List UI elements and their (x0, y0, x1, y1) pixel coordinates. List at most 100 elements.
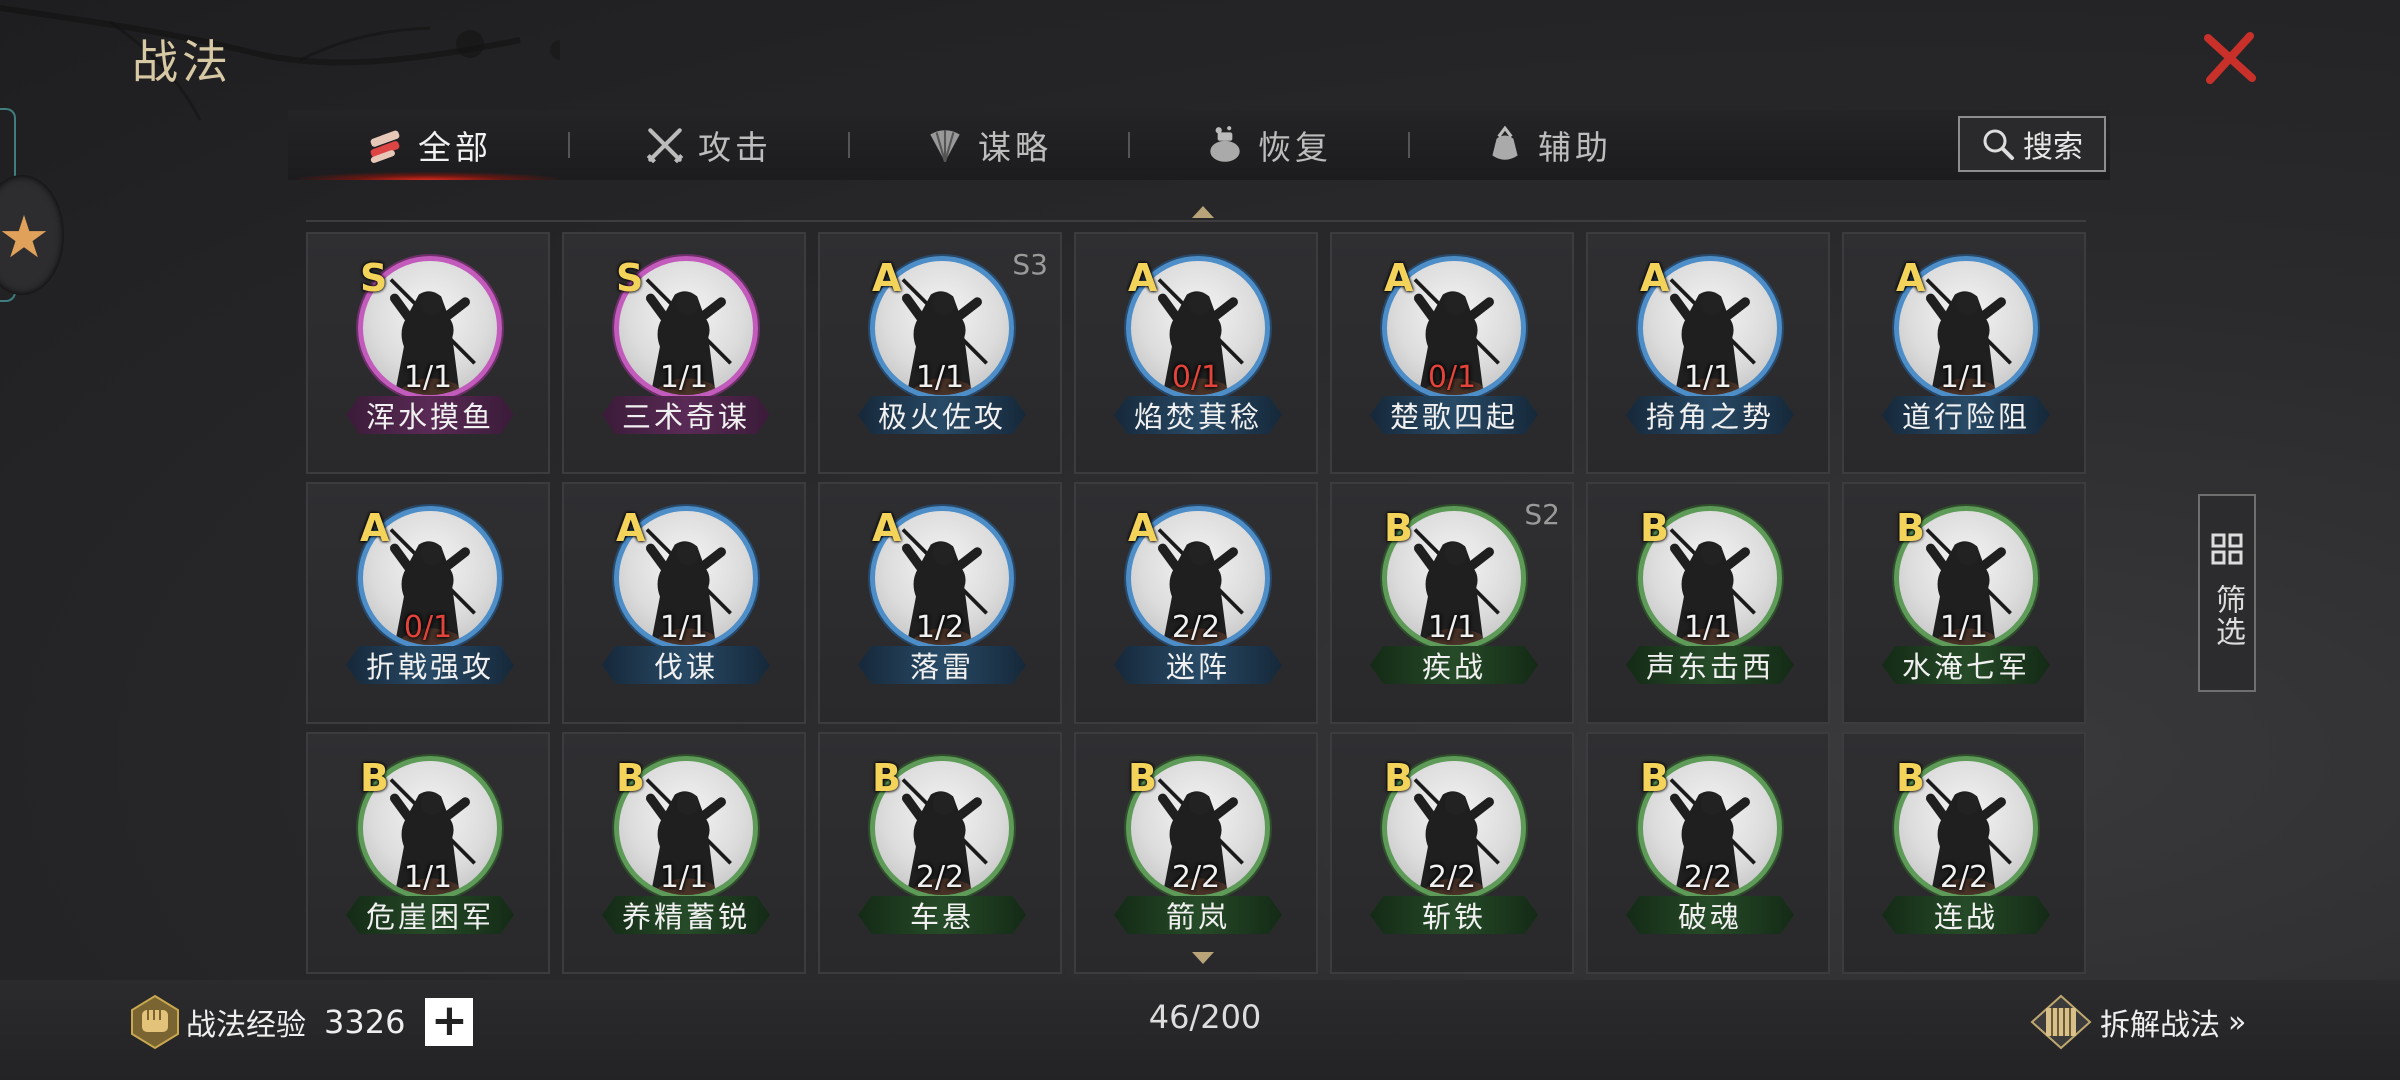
grade-label: A (1384, 256, 1414, 300)
owned-count: 1/1 (1683, 360, 1733, 395)
grade-label: B (1128, 756, 1157, 800)
tactic-card[interactable]: A 1/1 伐谋 (562, 482, 806, 724)
owned-count: 1/2 (915, 610, 965, 645)
owned-count: 2/2 (1939, 860, 1989, 895)
owned-count: 1/1 (659, 860, 709, 895)
tactic-card[interactable]: S 1/1 三术奇谋 (562, 232, 806, 474)
tactic-name: 伐谋 (602, 646, 770, 684)
tactic-card[interactable]: A 1/1 S3 极火佐攻 (818, 232, 1062, 474)
tactic-name: 箭岚 (1114, 896, 1282, 934)
fist-icon (131, 994, 179, 1050)
tab-recovery[interactable]: 恢复 (1128, 110, 1408, 180)
tactic-card[interactable]: B 2/2 破魂 (1586, 732, 1830, 974)
tactic-card[interactable]: A 0/1 焰焚萁稔 (1074, 232, 1318, 474)
tactic-card[interactable]: A 2/2 迷阵 (1074, 482, 1318, 724)
tactic-name: 声东击西 (1626, 646, 1794, 684)
tactic-card[interactable]: B 1/1 声东击西 (1586, 482, 1830, 724)
tactic-card[interactable]: A 1/1 掎角之势 (1586, 232, 1830, 474)
scroll-bundle-icon (370, 130, 400, 163)
tab-label: 攻击 (698, 128, 772, 167)
grid-icon (2211, 533, 2243, 565)
grade-label: B (1384, 756, 1413, 800)
tactic-card[interactable]: B 2/2 车悬 (818, 732, 1062, 974)
grade-label: A (1128, 506, 1158, 550)
dismantle-tactic-button[interactable]: 拆解战法 » (2030, 994, 2246, 1050)
tab-all[interactable]: 全部 (288, 110, 568, 180)
tab-strategy[interactable]: 谋略 (848, 110, 1128, 180)
tactic-name: 疾战 (1370, 646, 1538, 684)
scroll-down-arrow-icon (1192, 952, 1214, 964)
tab-support[interactable]: 辅助 (1408, 110, 1688, 180)
tactic-exp: 战法经验 3326 + (130, 994, 474, 1050)
owned-count: 0/1 (1427, 360, 1477, 395)
owned-count: 1/1 (915, 360, 965, 395)
grade-label: A (360, 506, 390, 550)
search-button[interactable]: 搜索 (1958, 116, 2106, 172)
tactic-name: 破魂 (1626, 896, 1794, 934)
side-badge[interactable]: ★ (0, 175, 64, 295)
grade-label: B (1896, 756, 1925, 800)
season-tag: S3 (1012, 248, 1048, 281)
search-icon (1983, 129, 2014, 160)
tactic-name: 落雷 (858, 646, 1026, 684)
tactic-card[interactable]: B 2/2 连战 (1842, 732, 2086, 974)
tab-bar: 全部 攻击 谋略 恢复 辅助 (288, 110, 2110, 180)
tactic-name: 水淹七军 (1882, 646, 2050, 684)
tactic-name: 道行险阻 (1882, 396, 2050, 434)
close-icon[interactable] (2198, 26, 2262, 90)
tactic-card[interactable]: B 1/1 水淹七军 (1842, 482, 2086, 724)
grade-label: B (1896, 506, 1925, 550)
owned-count: 1/1 (659, 610, 709, 645)
search-label: 搜索 (2023, 130, 2083, 165)
owned-count: 1/1 (1683, 610, 1733, 645)
tactic-name: 焰焚萁稔 (1114, 396, 1282, 434)
filter-button[interactable]: 筛选 (2198, 494, 2256, 692)
owned-count: 1/1 (659, 360, 709, 395)
grade-label: A (872, 506, 902, 550)
tab-label: 谋略 (978, 128, 1052, 167)
tactic-card[interactable]: B 1/1 危崖困军 (306, 732, 550, 974)
tactic-card[interactable]: B 2/2 斩铁 (1330, 732, 1574, 974)
tactic-card[interactable]: S 1/1 浑水摸鱼 (306, 232, 550, 474)
tactic-card[interactable]: A 1/1 道行险阻 (1842, 232, 2086, 474)
tab-attack[interactable]: 攻击 (568, 110, 848, 180)
tactic-name: 斩铁 (1370, 896, 1538, 934)
owned-count: 2/2 (1171, 610, 1221, 645)
page-title: 战法 (132, 35, 232, 89)
owned-count: 0/1 (1171, 360, 1221, 395)
tactic-card[interactable]: B 1/1 S2 疾战 (1330, 482, 1574, 724)
grade-label: S (616, 256, 644, 300)
grade-label: B (616, 756, 645, 800)
filter-label: 筛选 (2210, 584, 2245, 648)
divider (306, 220, 2086, 222)
tactic-name: 浑水摸鱼 (346, 396, 514, 434)
tactic-name: 三术奇谋 (602, 396, 770, 434)
tab-label: 辅助 (1538, 128, 1612, 167)
grade-label: A (1640, 256, 1670, 300)
crossed-swords-icon (646, 128, 684, 164)
star-icon: ★ (0, 203, 50, 271)
tactic-name: 极火佐攻 (858, 396, 1026, 434)
tactic-card[interactable]: B 1/1 养精蓄锐 (562, 732, 806, 974)
tactic-card[interactable]: A 0/1 楚歌四起 (1330, 232, 1574, 474)
owned-count: 2/2 (915, 860, 965, 895)
owned-count: 1/1 (403, 860, 453, 895)
grade-label: A (1896, 256, 1926, 300)
grade-label: A (616, 506, 646, 550)
grade-label: B (872, 756, 901, 800)
tactic-name: 车悬 (858, 896, 1026, 934)
tactic-card[interactable]: B 2/2 箭岚 (1074, 732, 1318, 974)
tactic-card[interactable]: A 1/2 落雷 (818, 482, 1062, 724)
tactic-capacity: 46/200 (1148, 998, 1262, 1036)
feather-fan-icon (930, 130, 960, 163)
owned-count: 1/1 (403, 360, 453, 395)
pouch-icon (1492, 125, 1518, 160)
exp-label: 战法经验 (186, 1008, 306, 1043)
tactic-card[interactable]: A 0/1 折戟强攻 (306, 482, 550, 724)
season-tag: S2 (1524, 498, 1560, 531)
grade-label: B (1640, 506, 1669, 550)
add-exp-button[interactable]: + (425, 998, 474, 1046)
tactic-name: 养精蓄锐 (602, 896, 770, 934)
dismantle-label: 拆解战法 (2100, 1008, 2220, 1043)
grade-label: A (1128, 256, 1158, 300)
